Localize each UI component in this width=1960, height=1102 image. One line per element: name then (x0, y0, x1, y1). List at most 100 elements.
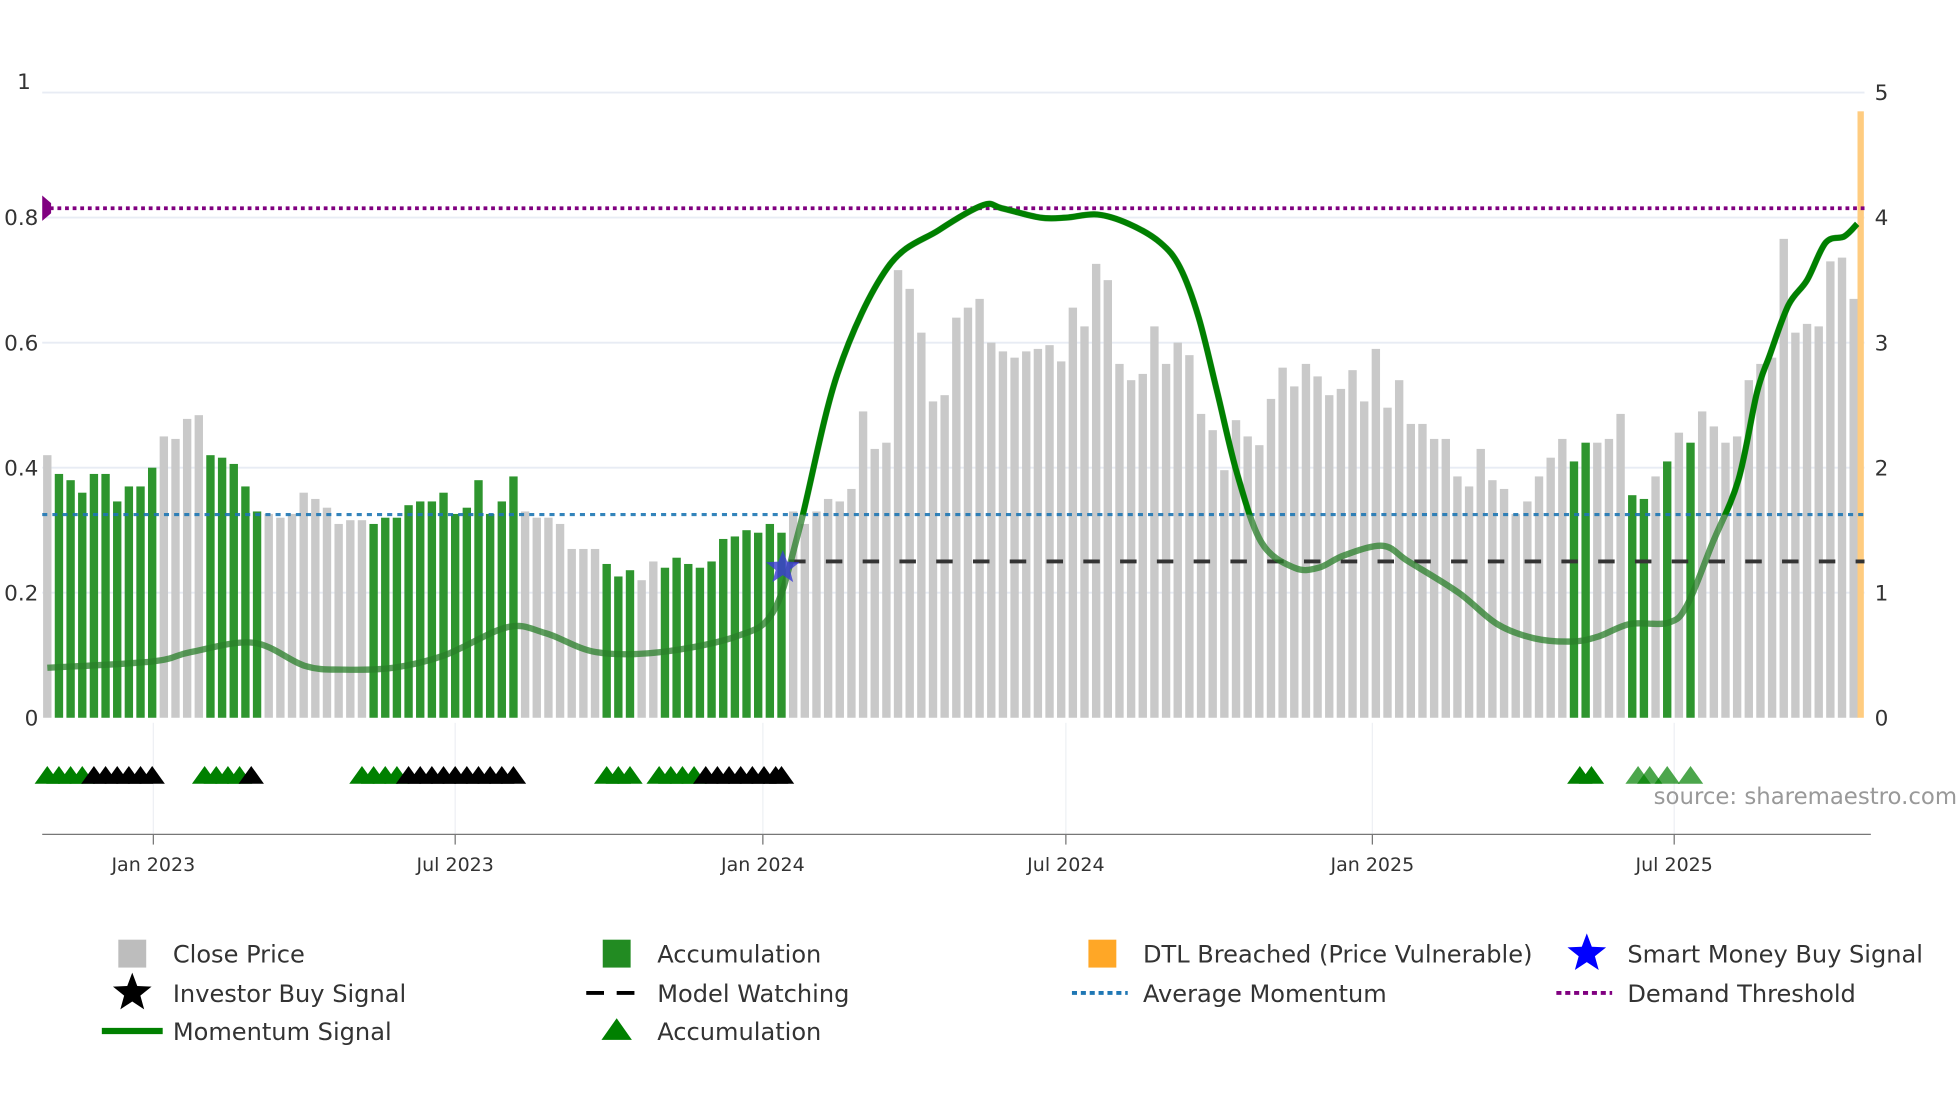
close-price-bar (544, 517, 553, 718)
right-axis-tick: 0 (1875, 706, 1889, 731)
close-price-bar (1057, 361, 1066, 718)
close-price-bar (1709, 426, 1719, 718)
accumulation-marker (1677, 765, 1704, 784)
close-price-bar (567, 548, 576, 718)
accumulation-bar (614, 576, 623, 718)
left-axis-tick: 0 (25, 706, 39, 731)
close-price-bar (1616, 413, 1625, 718)
close-price-bar (1150, 326, 1159, 718)
legend-label: Investor Buy Signal (173, 980, 406, 1008)
close-price-bar (952, 317, 961, 718)
accumulation-bar (439, 492, 448, 718)
x-axis-tick: Jul 2025 (1635, 854, 1713, 876)
close-price-bar (858, 411, 868, 718)
close-price-bar (520, 511, 530, 718)
close-price-bar (1045, 345, 1054, 718)
close-price-bar (940, 395, 949, 718)
left-axis-tick: 0.4 (4, 456, 38, 481)
close-price-bar (1523, 501, 1532, 718)
accumulation-bar (602, 563, 611, 718)
legend-label: Momentum Signal (173, 1018, 392, 1046)
accumulation-bar (497, 501, 506, 718)
x-axis-tick: Jul 2024 (1026, 854, 1104, 876)
close-price-bar (823, 498, 833, 718)
legend-label: DTL Breached (Price Vulnerable) (1143, 941, 1533, 969)
close-price-bar (1534, 476, 1544, 718)
close-price-bar (1278, 367, 1287, 718)
legend-label: Smart Money Buy Signal (1627, 941, 1923, 969)
close-price-bar (649, 561, 658, 718)
close-price-bar (1208, 430, 1217, 718)
close-price-bar (579, 548, 588, 718)
close-price-bar (1348, 370, 1357, 718)
close-price-bar (322, 507, 332, 718)
accumulation-bar (1639, 498, 1649, 718)
accumulation-bar (392, 517, 402, 718)
close-price-bar (1674, 432, 1684, 718)
close-price-bar (264, 513, 273, 718)
close-price-bar (812, 511, 821, 718)
legend-triangle-icon (601, 1018, 632, 1040)
close-price-bar (1499, 488, 1509, 718)
close-price-bar (800, 523, 809, 718)
close-price-bar (357, 520, 367, 718)
close-price-bar (987, 342, 996, 718)
accumulation-bar (730, 536, 740, 718)
close-price-bars (43, 111, 1864, 718)
close-price-bar (1185, 355, 1194, 718)
accumulation-bar (742, 530, 751, 718)
close-price-bar (1196, 413, 1206, 718)
close-price-bar (1243, 436, 1252, 718)
close-price-bar (835, 501, 844, 718)
accumulation-bar (1569, 461, 1579, 718)
close-price-bar (1767, 357, 1777, 718)
close-price-bar (928, 401, 938, 718)
close-price-bar (1546, 457, 1555, 718)
close-price-bar (975, 298, 984, 718)
close-price-bar (1255, 445, 1264, 718)
close-price-bar (1837, 257, 1847, 718)
close-price-bar (171, 438, 180, 718)
accumulation-bar (78, 492, 87, 718)
legend: Close Price Accumulation DTL Breached (Pri… (101, 933, 1923, 1046)
close-price-bar (1103, 280, 1112, 718)
close-price-bar (194, 415, 203, 718)
accumulation-bar (136, 486, 145, 718)
accumulation-bar (625, 570, 635, 718)
close-price-bar (847, 488, 856, 718)
accumulation-bar (217, 457, 227, 718)
close-price-bar (1558, 438, 1567, 718)
accumulation-bar (252, 511, 262, 718)
close-price-bar (1814, 326, 1823, 718)
close-price-bar (870, 448, 879, 718)
right-axis-tick: 5 (1875, 81, 1889, 106)
close-price-bar (159, 436, 169, 718)
accumulation-bar (54, 473, 64, 718)
accumulation-bar (206, 455, 215, 718)
close-price-bar (1033, 348, 1043, 718)
legend-label: Accumulation (657, 941, 821, 969)
close-price-bar (1301, 363, 1311, 718)
right-axis-tick: 1 (1875, 581, 1889, 606)
accumulation-bar (719, 538, 728, 718)
close-price-bar (1371, 348, 1381, 718)
accumulation-bar (1686, 442, 1695, 718)
close-price-bar (1010, 357, 1019, 718)
right-axis-tick: 4 (1875, 206, 1889, 231)
x-axis-tick: Jan 2025 (1329, 854, 1414, 876)
accumulation-bar (509, 476, 518, 718)
close-price-bar (299, 492, 308, 718)
close-price-bar (637, 580, 646, 718)
x-axis-tick: Jan 2024 (720, 854, 805, 876)
legend-label: Model Watching (657, 980, 849, 1008)
accumulation-bar (369, 523, 378, 718)
accumulation-bar (485, 513, 495, 718)
left-axis-tick: 0.2 (4, 581, 38, 606)
close-price-bar (1721, 442, 1730, 718)
left-axis-tick: 0.6 (4, 331, 38, 356)
close-price-bar (1651, 476, 1660, 718)
accumulation-bar (147, 467, 157, 718)
close-price-bar (1313, 376, 1322, 718)
accumulation-bar (89, 473, 99, 718)
accumulation-bar (381, 517, 390, 718)
